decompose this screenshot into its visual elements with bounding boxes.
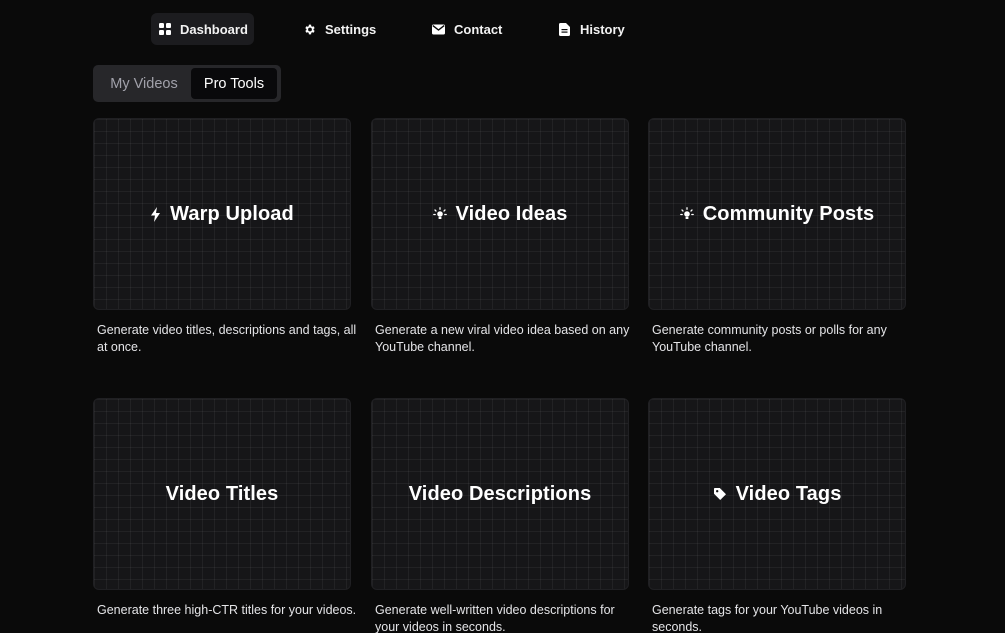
card-title: Video Descriptions [408, 482, 592, 505]
tab-list: My Videos Pro Tools [93, 65, 281, 102]
card-video-ideas[interactable]: Video Ideas [371, 118, 629, 310]
lightbulb-icon [432, 207, 447, 221]
card-community-posts[interactable]: Community Posts [648, 118, 906, 310]
nav-item-settings[interactable]: Settings [295, 13, 385, 45]
card-description: Generate well-written video descriptions… [375, 603, 615, 633]
nav-item-label: Settings [325, 21, 377, 37]
card-title: Community Posts [702, 202, 875, 225]
lightning-icon [150, 206, 161, 222]
dashboard-grid-icon [159, 23, 171, 36]
nav-item-history[interactable]: History [550, 13, 634, 45]
card-title: Video Titles [165, 482, 279, 505]
card-description: Generate a new viral video idea based on… [375, 323, 630, 354]
card-title: Warp Upload [170, 202, 294, 225]
nav-item-label: Dashboard [180, 21, 248, 37]
card-description: Generate video titles, descriptions and … [97, 323, 357, 354]
nav-item-label: Contact [454, 21, 503, 37]
card-description: Generate tags for your YouTube videos in… [652, 603, 883, 633]
tab-my-videos[interactable]: My Videos [97, 68, 191, 99]
tab-pro-tools[interactable]: Pro Tools [191, 68, 277, 99]
card-video-descriptions[interactable]: Video Descriptions [371, 398, 629, 590]
nav-item-label: History [580, 21, 625, 37]
card-video-tags[interactable]: Video Tags [648, 398, 906, 590]
card-description: Generate three high-CTR titles for your … [97, 603, 357, 617]
envelope-icon [432, 23, 445, 36]
tag-icon [713, 487, 727, 501]
card-title: Video Tags [735, 482, 842, 505]
card-warp-upload[interactable]: Warp Upload [93, 118, 351, 310]
card-title: Video Ideas [455, 202, 568, 225]
nav-item-dashboard[interactable]: Dashboard [151, 13, 254, 45]
document-icon [558, 22, 571, 36]
card-description: Generate community posts or polls for an… [652, 323, 887, 354]
nav-item-contact[interactable]: Contact [424, 13, 512, 45]
page: Dashboard Settings Contact History My Vi… [0, 0, 1005, 633]
gear-icon [303, 23, 316, 36]
card-video-titles[interactable]: Video Titles [93, 398, 351, 590]
lightbulb-icon [679, 207, 694, 221]
